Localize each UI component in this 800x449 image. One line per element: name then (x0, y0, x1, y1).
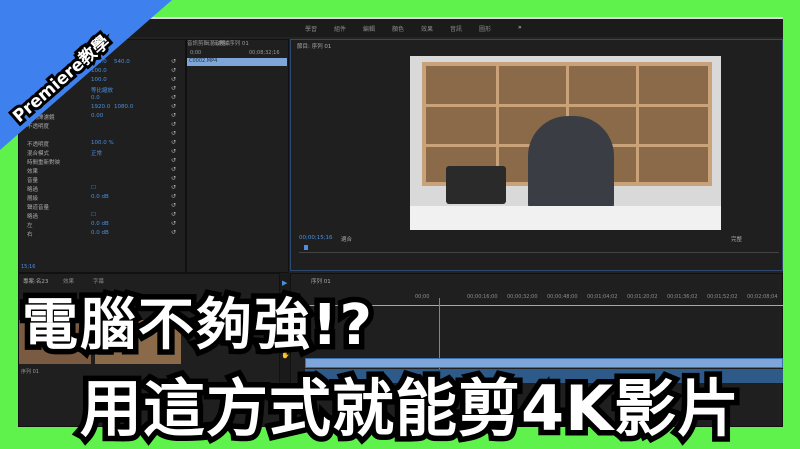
ruler-tick-label: 00;00;16;00 (467, 294, 498, 300)
program-scrubber[interactable] (299, 248, 779, 253)
effect-row-value[interactable]: 0.0 dB (91, 221, 109, 227)
reset-icon[interactable]: ↺ (171, 166, 176, 173)
panel-tab-metadata[interactable]: 元數據 (213, 39, 230, 47)
effect-row-label: 聲道音量 (27, 205, 50, 211)
effect-row[interactable]: 左 0.0 dB ↺ (19, 220, 185, 229)
reset-icon[interactable]: ↺ (171, 184, 176, 191)
reset-icon[interactable]: ↺ (171, 175, 176, 182)
reset-icon[interactable]: ↺ (171, 220, 176, 227)
more-workspaces-button[interactable]: » (518, 24, 522, 31)
fit-dropdown[interactable]: 適合 (341, 235, 352, 243)
workspace-color[interactable]: 顏色 (392, 24, 404, 33)
effect-row[interactable]: 略過 ☐ ↺ (19, 211, 185, 220)
effect-row-value[interactable]: 0.0 dB (91, 230, 109, 236)
reset-icon[interactable]: ↺ (171, 193, 176, 200)
ruler-tick-label: 00;01;04;02 (587, 294, 618, 300)
effect-row-label: 略過 (27, 187, 39, 193)
quality-dropdown[interactable]: 完整 (731, 235, 742, 243)
badge-triangle (0, 0, 172, 150)
title-line-1: 電腦不夠強!? 電腦不夠強!? (16, 288, 377, 364)
workspace-graphics[interactable]: 圖形 (479, 24, 491, 33)
effect-row-value[interactable]: ☐ (91, 212, 96, 218)
effect-row-label: 略過 (27, 214, 39, 220)
effect-row[interactable]: 效果 ↺ (19, 166, 185, 175)
effect-row-label: 效果 (27, 169, 39, 175)
project-item-sequence[interactable]: 序列 01 (21, 368, 39, 375)
program-playhead[interactable] (304, 245, 308, 250)
laptop (446, 166, 506, 204)
workspace-learn[interactable]: 學習 (305, 24, 317, 33)
ruler-start: 0;00 (190, 50, 202, 56)
effect-row-label: 層級 (27, 196, 39, 202)
source-timeline-panel: 音訊剪輯混合器: 序列 01 0;00 00;08;32;16 C0002.MP… (186, 39, 289, 273)
video-frame (410, 56, 721, 230)
effect-row-label: 左 (27, 223, 33, 229)
presenter-figure (528, 116, 614, 212)
effect-row[interactable]: 略過 ☐ ↺ (19, 184, 185, 193)
effect-row[interactable]: 音量 ↺ (19, 175, 185, 184)
effect-row[interactable]: 層級 0.0 dB ↺ (19, 193, 185, 202)
effect-row-label: 時間重新對映 (27, 160, 61, 166)
effect-row-label: 音量 (27, 178, 39, 184)
effect-row-value[interactable]: 0.0 dB (91, 194, 109, 200)
program-tab[interactable]: 節目: 序列 01 (297, 42, 331, 50)
workspace-editing[interactable]: 編輯 (363, 24, 375, 33)
ruler-tick-label: 00;01;52;02 (707, 294, 738, 300)
ruler-tick-label: 00;01;20;02 (627, 294, 658, 300)
workspace-audio[interactable]: 音訊 (450, 24, 462, 33)
effect-row[interactable]: 右 0.0 dB ↺ (19, 229, 185, 238)
effect-row-label: 右 (27, 232, 33, 238)
effect-row[interactable]: 時間重新對映 ↺ (19, 157, 185, 166)
reset-icon[interactable]: ↺ (171, 211, 176, 218)
ruler-tick-label: 00;01;36;02 (667, 294, 698, 300)
title-line-2: 用這方式就能剪4K影片 用這方式就能剪4K影片 (74, 367, 744, 449)
effect-row-value[interactable]: ☐ (91, 185, 96, 191)
program-monitor: 節目: 序列 01 00;00;15;16 適合 完整 (290, 39, 783, 271)
workspace-effects[interactable]: 效果 (421, 24, 433, 33)
ruler-end: 00;08;32;16 (249, 50, 280, 56)
reset-icon[interactable]: ↺ (171, 157, 176, 164)
reset-icon[interactable]: ↺ (171, 229, 176, 236)
ruler-tick-label: 00;02;08;04 (747, 294, 778, 300)
work-area-bar[interactable] (305, 305, 783, 306)
reset-icon[interactable]: ↺ (171, 202, 176, 209)
effect-controls-timecode: 15;16 (21, 264, 36, 270)
clip-bar[interactable]: C0002.MP4 (187, 58, 287, 66)
ruler-tick-label: 00;00;32;00 (507, 294, 538, 300)
workspace-assembly[interactable]: 組件 (334, 24, 346, 33)
program-timecode[interactable]: 00;00;15;16 (299, 235, 333, 241)
ruler-tick-label: 00;00 (415, 294, 430, 300)
effect-row[interactable]: 聲道音量 ↺ (19, 202, 185, 211)
ruler-tick-label: 00;00;48;00 (547, 294, 578, 300)
